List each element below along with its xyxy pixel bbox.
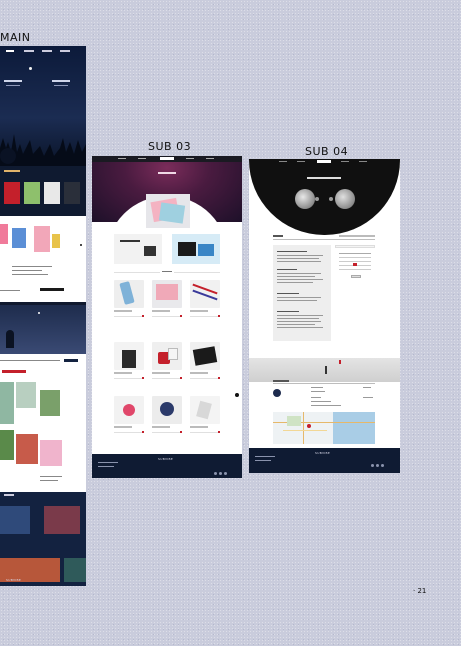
book-cover-red [4,182,20,204]
sub04-gallery-floor-image [249,358,400,382]
sub03-goods-page-mockup: SUBVIBE [92,156,242,478]
product-phone-case[interactable] [114,280,144,308]
main-artworks-grid [0,368,86,492]
person-silhouette-icon [6,330,14,348]
main-divider-section [0,354,86,368]
main-page-mockup: SUBVIBE [0,46,86,586]
book-cover-dark [64,182,80,204]
sub03-promo-left [114,234,162,264]
moon-icon [29,67,32,70]
sub04-info-page-mockup: SUBVIBE [249,159,400,473]
sub04-section-label: SUB 04 [305,145,349,158]
sub04-footer: SUBVIBE [249,448,400,473]
visitor-figure-icon [325,366,327,374]
product-tote-bag[interactable] [114,342,144,370]
sub04-info-panel [273,245,331,341]
sub04-location-map[interactable] [273,412,375,444]
product-tag[interactable] [190,396,220,424]
product-keyring[interactable] [114,396,144,424]
main-featured-books [0,216,86,286]
product-pens[interactable] [190,280,220,308]
product-notebook[interactable] [152,280,182,308]
sub04-calendar-widget[interactable] [335,245,375,281]
forest-silhouette-icon [0,134,86,166]
sub04-space-hero [249,159,400,235]
main-hero-night-sky [0,46,86,166]
notebook-product-image [146,194,190,228]
main-event-section [0,286,86,302]
calendar-confirm-button[interactable] [351,275,361,278]
product-pouch[interactable] [190,342,220,370]
page-number: · 21 [413,587,427,595]
map-pin-icon [307,424,311,428]
product-tape[interactable] [152,396,182,424]
star-icon [38,312,40,314]
moon-right-icon [335,189,355,209]
main-section-label: MAIN [0,31,31,44]
product-mug[interactable] [152,342,182,370]
main-nav-bar [0,50,86,56]
book-cover-green [24,182,40,204]
sub03-section-label: SUB 03 [148,140,192,153]
connector-dot [235,393,239,397]
sub03-promo-right [172,234,220,264]
sub04-logo-icon [273,389,281,397]
main-gallery-dark: SUBVIBE [0,492,86,586]
calendar-selected-date[interactable] [353,263,357,266]
main-night-banner [0,302,86,354]
sub03-footer: SUBVIBE [92,454,242,478]
book-cover-white [44,182,60,204]
moon-left-icon [295,189,315,209]
